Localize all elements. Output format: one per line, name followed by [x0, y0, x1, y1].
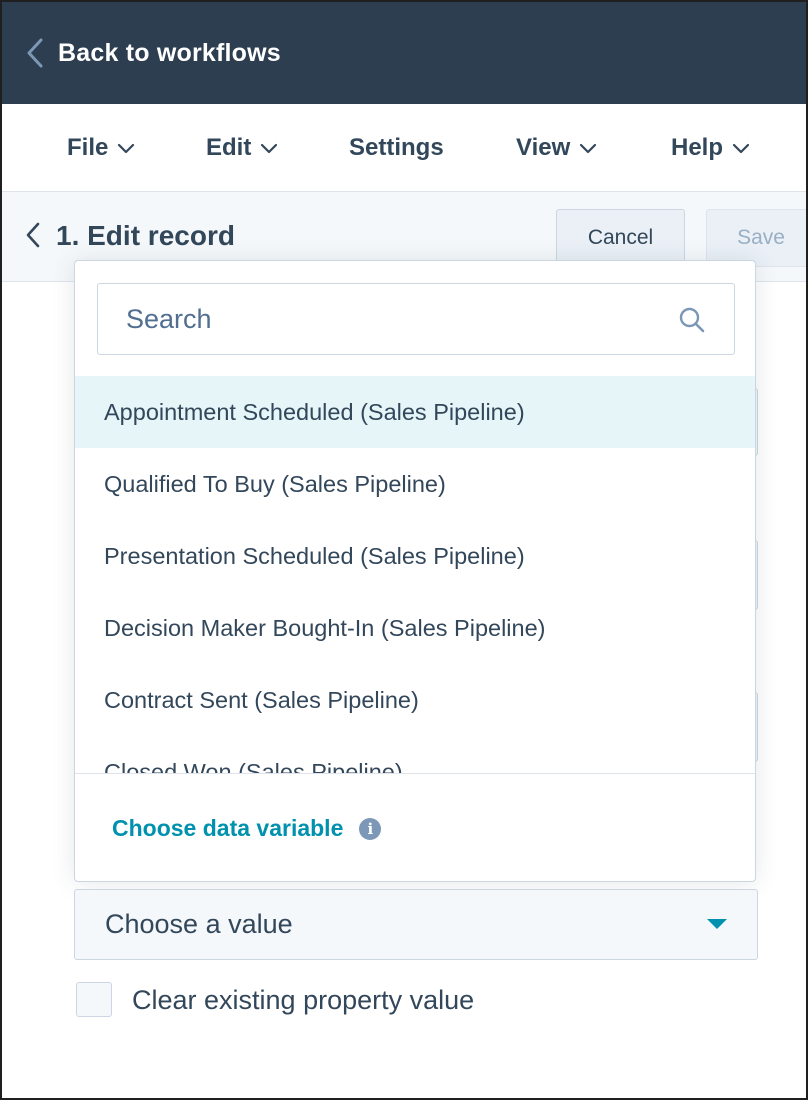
- info-icon[interactable]: i: [359, 817, 382, 840]
- value-dropdown: Appointment Scheduled (Sales Pipeline) Q…: [74, 260, 756, 882]
- search-input[interactable]: [98, 284, 678, 354]
- workflow-editor-panel: Back to workflows File Edit Settings Vie…: [0, 0, 808, 1100]
- dropdown-option[interactable]: Closed Won (Sales Pipeline): [75, 736, 755, 774]
- clear-property-checkbox[interactable]: [76, 982, 112, 1017]
- menu-file[interactable]: File: [67, 104, 135, 192]
- chevron-down-icon: [260, 142, 278, 154]
- menu-settings[interactable]: Settings: [349, 104, 444, 192]
- choose-value-placeholder: Choose a value: [105, 909, 293, 939]
- options-list[interactable]: Appointment Scheduled (Sales Pipeline) Q…: [75, 376, 755, 774]
- menu-help-label: Help: [671, 134, 724, 161]
- dropdown-option[interactable]: Contract Sent (Sales Pipeline): [75, 664, 755, 736]
- menu-edit[interactable]: Edit: [206, 104, 278, 192]
- choose-value-select[interactable]: Choose a value: [74, 889, 758, 960]
- chevron-down-icon: [732, 142, 750, 154]
- caret-down-icon: [707, 919, 727, 929]
- menu-settings-label: Settings: [349, 134, 444, 161]
- menu-view-label: View: [516, 134, 571, 161]
- dropdown-option[interactable]: Appointment Scheduled (Sales Pipeline): [75, 376, 755, 448]
- search-icon[interactable]: [678, 306, 706, 334]
- dropdown-option[interactable]: Decision Maker Bought-In (Sales Pipeline…: [75, 592, 755, 664]
- chevron-down-icon: [579, 142, 597, 154]
- dropdown-option[interactable]: Qualified To Buy (Sales Pipeline): [75, 448, 755, 520]
- chevron-down-icon: [117, 142, 135, 154]
- back-to-workflows-label: Back to workflows: [58, 38, 281, 67]
- dropdown-option[interactable]: Presentation Scheduled (Sales Pipeline): [75, 520, 755, 592]
- action-title: 1. Edit record: [56, 220, 235, 251]
- menu-view[interactable]: View: [516, 104, 597, 192]
- menu-bar: File Edit Settings View Help: [2, 104, 806, 192]
- search-box: [97, 283, 735, 355]
- menu-edit-label: Edit: [206, 134, 252, 161]
- chevron-left-icon: [22, 35, 48, 71]
- clear-property-label[interactable]: Clear existing property value: [132, 982, 474, 1018]
- chevron-left-icon[interactable]: [26, 220, 46, 250]
- save-button[interactable]: Save: [706, 209, 806, 267]
- back-to-workflows-link[interactable]: Back to workflows: [2, 2, 806, 104]
- cancel-button[interactable]: Cancel: [556, 209, 685, 267]
- menu-help[interactable]: Help: [671, 104, 750, 192]
- choose-data-variable-link[interactable]: Choose data variable: [112, 815, 343, 842]
- dropdown-footer: Choose data variable i: [75, 773, 755, 881]
- menu-file-label: File: [67, 134, 109, 161]
